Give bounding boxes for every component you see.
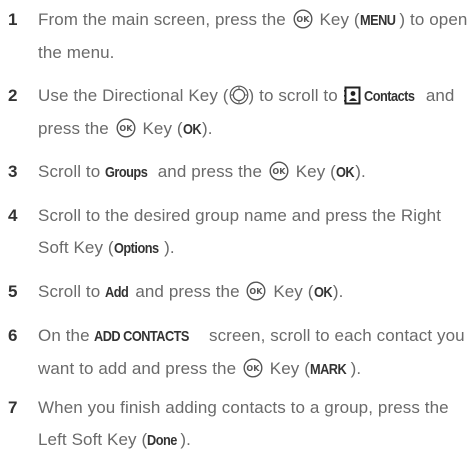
- step-text-part: Scroll to: [38, 162, 101, 181]
- key-label: MENU: [359, 12, 396, 29]
- step-text-part: ).: [332, 282, 344, 301]
- svg-text:OK: OK: [250, 287, 264, 296]
- step-text-part: From the main screen, press the: [38, 10, 286, 29]
- ok-key-icon: OK: [246, 281, 266, 301]
- step-text-part: Key (: [269, 359, 310, 378]
- step-text-part: ).: [350, 359, 362, 378]
- step-text-part: ).: [180, 430, 191, 449]
- key-label: Done: [147, 432, 178, 449]
- step-number: 3: [8, 162, 18, 181]
- step-text: From the main screen, press the OK Key (…: [38, 4, 470, 69]
- ok-key-icon: OK: [243, 358, 263, 378]
- step-number: 2: [8, 86, 18, 105]
- step-text-part: ).: [201, 119, 213, 138]
- step-text-part: and press the: [157, 162, 263, 181]
- step-text-part: ) to scroll to: [248, 86, 338, 105]
- svg-text:OK: OK: [296, 15, 310, 24]
- step-text: Scroll to the desired group name and pre…: [38, 200, 470, 265]
- step-number: 4: [8, 206, 18, 225]
- step-text-part: and press the: [135, 282, 240, 301]
- step-text: When you finish adding contacts to a gro…: [38, 392, 470, 457]
- step-number: 5: [8, 282, 18, 301]
- step-text-part: Key (: [273, 282, 314, 301]
- step-number: 7: [8, 398, 18, 417]
- key-label: MARK: [309, 361, 347, 378]
- directional-key-icon: [229, 85, 248, 105]
- step-text-part: Key (: [295, 162, 336, 181]
- menu-item-label: Contacts: [363, 88, 415, 105]
- step-text-part: Use the Directional Key (: [38, 86, 229, 105]
- step-text: Scroll to Groups and press the OK Key (O…: [38, 156, 470, 189]
- step-text-part: Scroll to the desired group name and pre…: [38, 206, 442, 257]
- step-text-part: ).: [164, 238, 175, 257]
- svg-text:OK: OK: [246, 364, 260, 373]
- step-text: Use the Directional Key ( ) to scroll to…: [38, 80, 470, 146]
- step-number: 1: [8, 10, 18, 29]
- svg-text:OK: OK: [119, 124, 133, 133]
- step-text-part: Key (: [142, 119, 183, 138]
- key-label: Options: [113, 240, 159, 257]
- step-text-part: ).: [355, 162, 366, 181]
- step-text: Scroll to Add and press the OK Key (OK).: [38, 276, 470, 309]
- menu-item-label: Add: [105, 284, 129, 301]
- screen-name-label: ADD CONTACTS: [94, 328, 190, 345]
- step-text-part: On the: [38, 326, 90, 345]
- step-text: On the ADD CONTACTS screen, scroll to ea…: [38, 320, 470, 386]
- ok-key-icon: OK: [269, 161, 289, 181]
- contacts-icon: [343, 86, 361, 105]
- step-number: 6: [8, 326, 18, 345]
- key-label: OK: [182, 121, 202, 138]
- key-label: OK: [313, 284, 333, 301]
- ok-key-icon: OK: [293, 9, 313, 29]
- ok-key-icon: OK: [116, 118, 136, 138]
- step-text-part: When you finish adding contacts to a gro…: [38, 398, 449, 449]
- step-text-part: Key (: [319, 10, 360, 29]
- menu-item-label: Groups: [105, 164, 148, 181]
- key-label: OK: [335, 164, 355, 181]
- svg-text:OK: OK: [272, 167, 286, 176]
- step-text-part: Scroll to: [38, 282, 101, 301]
